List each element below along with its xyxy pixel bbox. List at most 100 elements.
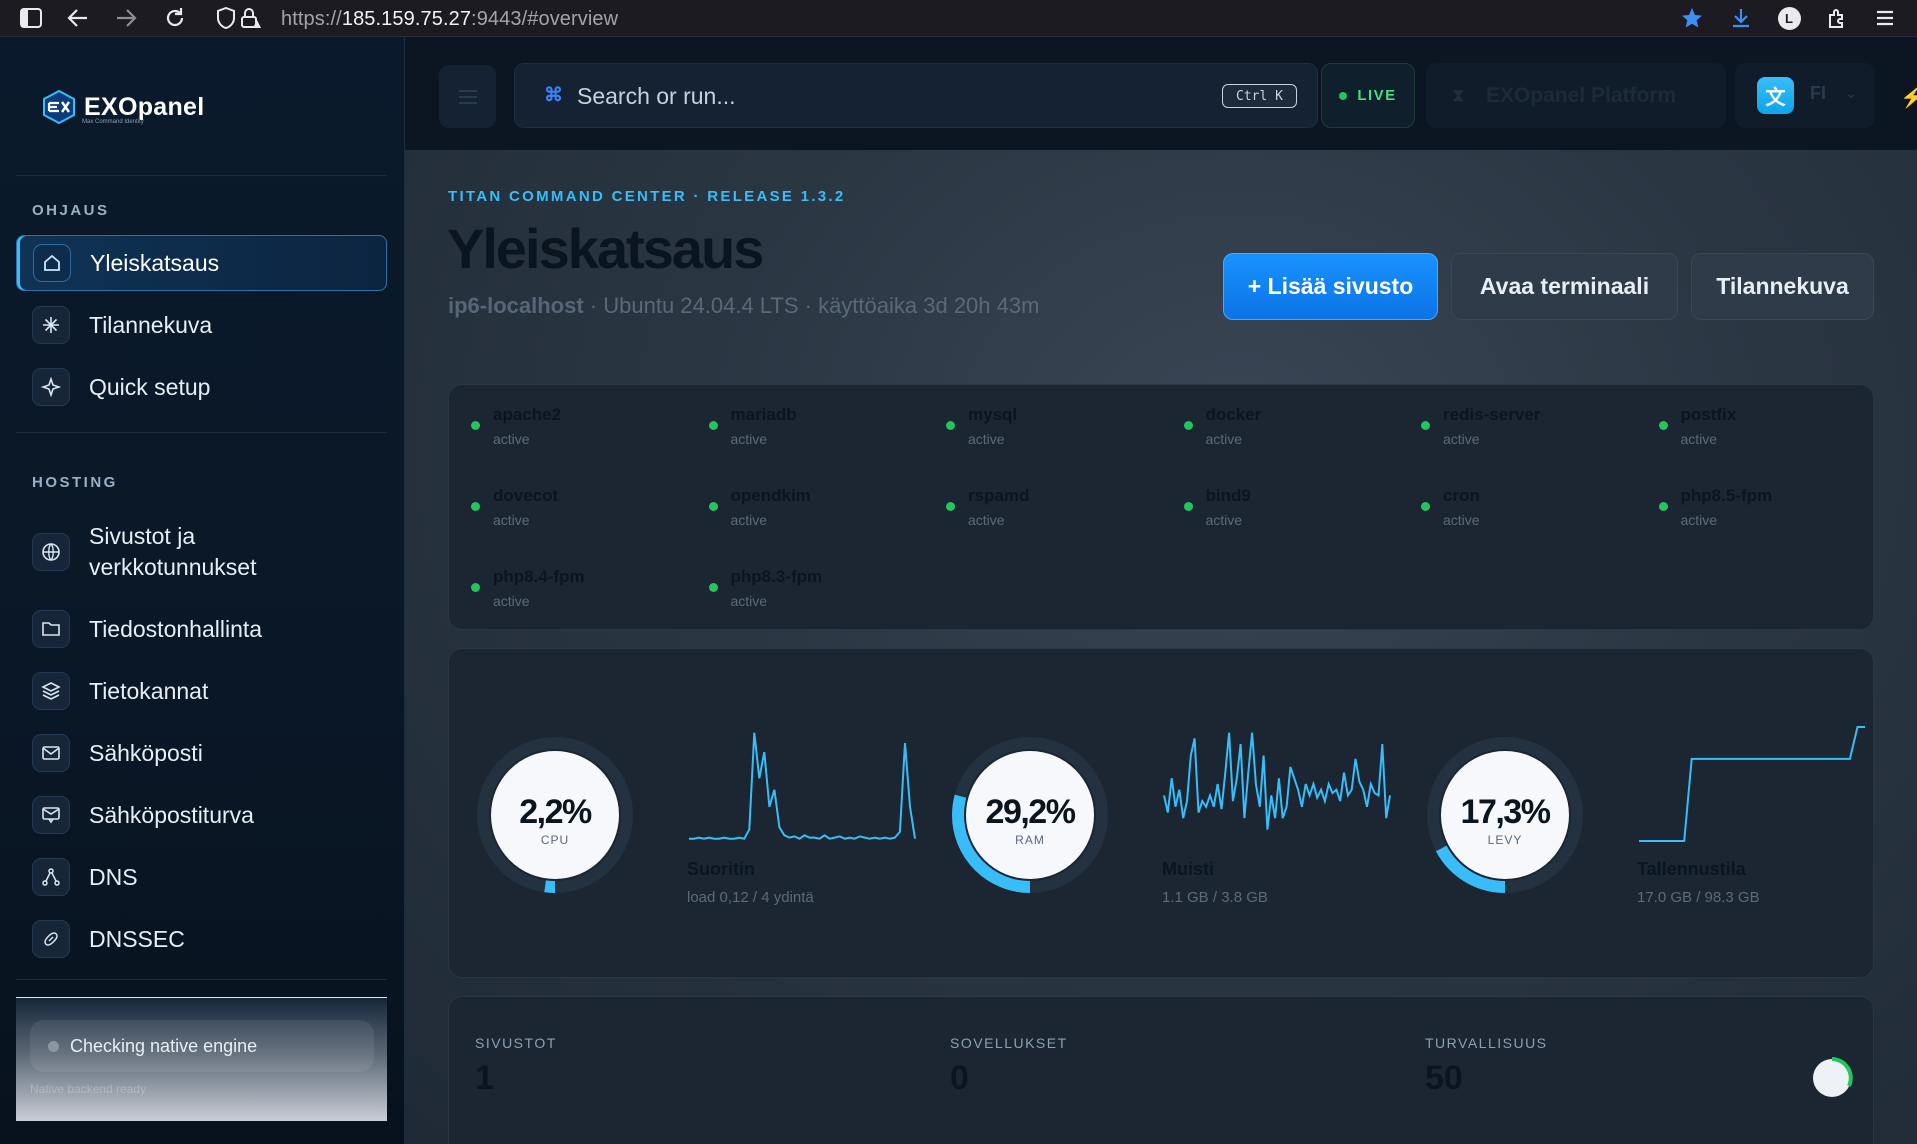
metrics-panel: 2,2% CPU Suoritin load 0,12 / 4 ydintä 29,2%… — [448, 648, 1874, 978]
hamburger-icon — [458, 89, 477, 104]
mail-shield-icon — [32, 796, 70, 834]
service-item[interactable]: redis-server active — [1421, 401, 1651, 457]
service-item[interactable]: apache2 active — [471, 401, 701, 457]
service-name: postfix — [1680, 405, 1737, 424]
service-item[interactable]: docker active — [1183, 401, 1414, 457]
sidebar-item-dns[interactable]: DNS — [16, 849, 387, 905]
stat-value: 1 — [475, 1059, 494, 1097]
service-item[interactable]: php8.5-fpm active — [1658, 482, 1889, 538]
chevron-down-icon: ⌄ — [1845, 85, 1857, 101]
service-item[interactable]: mysql active — [946, 401, 1176, 457]
power-icon[interactable]: ⚡ — [1900, 85, 1917, 109]
service-status-dot — [708, 583, 718, 592]
metric-sparkline — [1639, 726, 1865, 842]
sidebar-item-label: Sähköposti — [89, 739, 203, 766]
url-text[interactable]: https://185.159.75.27:9443/#overview — [281, 8, 618, 31]
service-name: php8.5-fpm — [1680, 486, 1773, 505]
service-item[interactable]: rspamd active — [946, 482, 1176, 538]
menu-toggle-button[interactable] — [439, 65, 496, 128]
sidebar-item-databases[interactable]: Tietokannat — [16, 663, 387, 719]
search-shortcut-hint: Ctrl K — [1222, 84, 1297, 108]
service-status: active — [493, 593, 530, 609]
reload-icon[interactable] — [162, 5, 188, 31]
url-path: :9443/#overview — [471, 8, 619, 30]
service-item[interactable]: cron active — [1421, 482, 1651, 538]
url-prefix: https:// — [281, 8, 342, 30]
metric-caption: LEVY — [1487, 833, 1523, 847]
hostname: ip6-localhost — [448, 293, 584, 318]
metric-sparkline — [689, 732, 916, 840]
metric-label: Suoritin — [687, 859, 755, 879]
sparkline-path — [1639, 726, 1865, 842]
stats-panel: SIVUSTOT 1 SOVELLUKSET 0 TURVALLISUUS 50 — [448, 996, 1874, 1144]
service-item[interactable]: dovecot active — [471, 482, 701, 538]
sidebar-item-overview[interactable]: Yleiskatsaus — [16, 235, 387, 291]
menu-icon[interactable] — [1872, 5, 1898, 31]
command-search[interactable]: ⌘ Ctrl K — [514, 63, 1318, 128]
service-status-dot — [946, 421, 955, 430]
engine-status-dot — [48, 1040, 59, 1052]
search-input[interactable] — [577, 78, 1137, 114]
platform-label: EXOpanel Platform — [1486, 83, 1677, 107]
service-status-dot — [1658, 502, 1668, 511]
metric-caption: CPU — [540, 833, 570, 847]
snapshot-button[interactable]: Tilannekuva — [1691, 253, 1874, 320]
service-status: active — [730, 593, 768, 609]
service-name: mariadb — [730, 405, 797, 424]
add-site-button[interactable]: + Lisää sivusto — [1223, 253, 1438, 320]
sidebar-item-dnssec[interactable]: DNSSEC — [16, 911, 387, 967]
host-details: ip6-localhost · Ubuntu 24.04.4 LTS · käy… — [448, 293, 1039, 319]
service-status: active — [968, 431, 1005, 447]
command-icon: ⌘ — [544, 85, 563, 106]
sidebar-item-label: Tilannekuva — [89, 311, 213, 338]
sidebar-toggle-icon[interactable] — [18, 5, 44, 31]
main-content: TITAN COMMAND CENTER · RELEASE 1.3.2 Yle… — [405, 150, 1917, 1144]
sidebar-item-sites[interactable]: Sivustot ja verkkotunnukset — [16, 517, 387, 587]
services-panel: apache2 active mariadb active mysql active doc… — [448, 384, 1874, 630]
sparkline-path — [1163, 732, 1391, 830]
service-item[interactable]: bind9 active — [1183, 482, 1414, 538]
forward-icon[interactable] — [113, 5, 139, 31]
live-status-badge[interactable]: LIVE — [1321, 63, 1415, 128]
live-label: LIVE — [1357, 87, 1397, 104]
back-icon[interactable] — [65, 5, 91, 31]
service-name: bind9 — [1205, 486, 1251, 505]
metric-gauge: 17,3% LEVY — [1425, 735, 1585, 895]
sidebar-item-quick-setup[interactable]: Quick setup — [16, 359, 387, 415]
stat-value: 50 — [1425, 1059, 1463, 1097]
language-selector[interactable]: 文 FI ⌄ — [1735, 63, 1875, 128]
stat-value: 0 — [950, 1059, 969, 1097]
lock-warning-icon[interactable] — [238, 5, 264, 31]
sidebar-item-snapshot[interactable]: Tilannekuva — [16, 297, 387, 353]
sidebar-item-files[interactable]: Tiedostonhallinta — [16, 601, 387, 657]
profile-initial: L — [1777, 6, 1801, 30]
service-name: opendkim — [730, 486, 811, 505]
sidebar-item-label: Yleiskatsaus — [90, 249, 220, 276]
mail-icon — [32, 734, 70, 772]
globe-icon — [32, 533, 70, 571]
stat-label: SOVELLUKSET — [950, 1035, 1068, 1051]
service-status: active — [1680, 512, 1718, 528]
engine-status-pill[interactable]: Checking native engine — [30, 1020, 374, 1072]
service-item[interactable]: php8.4-fpm active — [471, 563, 701, 619]
download-icon[interactable] — [1728, 5, 1754, 31]
extensions-icon[interactable] — [1824, 5, 1850, 31]
service-item[interactable]: opendkim active — [708, 482, 939, 538]
service-status: active — [1205, 431, 1243, 447]
service-item[interactable]: postfix active — [1658, 401, 1889, 457]
service-item[interactable]: mariadb active — [708, 401, 939, 457]
open-terminal-button[interactable]: Avaa terminaali — [1451, 253, 1678, 320]
service-status-dot — [471, 421, 480, 430]
service-name: cron — [1443, 486, 1480, 505]
platform-switcher[interactable]: ⧗ EXOpanel Platform — [1426, 63, 1726, 128]
shield-icon[interactable] — [213, 5, 239, 31]
section-heading-hosting: HOSTING — [32, 474, 118, 491]
service-status-dot — [708, 502, 718, 511]
service-item[interactable]: php8.3-fpm active — [708, 563, 939, 619]
sidebar-item-email[interactable]: Sähköposti — [16, 725, 387, 781]
profile-avatar[interactable]: L — [1776, 5, 1802, 31]
sidebar-item-email-security[interactable]: Sähköpostiturva — [16, 787, 387, 843]
live-dot — [1339, 91, 1348, 100]
bookmark-star-icon[interactable] — [1679, 5, 1705, 31]
service-name: docker — [1205, 405, 1262, 424]
